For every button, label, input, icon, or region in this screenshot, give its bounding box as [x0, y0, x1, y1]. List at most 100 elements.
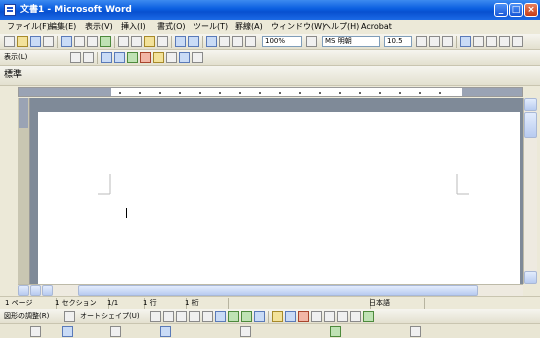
- scroll-down-icon[interactable]: [524, 271, 537, 284]
- word-document-icon: [4, 4, 16, 16]
- fill-color-icon[interactable]: [272, 311, 283, 322]
- shadow-icon[interactable]: [350, 311, 361, 322]
- redo-icon[interactable]: [188, 36, 199, 47]
- align-left-icon[interactable]: [460, 36, 471, 47]
- open-folder-icon[interactable]: [17, 36, 28, 47]
- 3d-icon[interactable]: [363, 311, 374, 322]
- menu-help[interactable]: ヘルプ(H): [320, 21, 362, 33]
- standard-toolbar: 100% MS 明朝 10.5: [0, 34, 540, 50]
- font-color-icon[interactable]: [298, 311, 309, 322]
- select-objects-icon[interactable]: [64, 311, 75, 322]
- highlight-icon[interactable]: [166, 52, 177, 63]
- normal-view-icon[interactable]: [18, 285, 29, 296]
- spelling-icon[interactable]: [100, 36, 111, 47]
- print-layout-view-icon[interactable]: [42, 285, 53, 296]
- help-icon[interactable]: [306, 36, 317, 47]
- justify-icon[interactable]: [499, 36, 510, 47]
- line-style-icon[interactable]: [311, 311, 322, 322]
- autoshapes-label[interactable]: オートシェイプ(U): [80, 311, 140, 322]
- menu-tools[interactable]: ツール(T): [190, 21, 231, 33]
- print-icon[interactable]: [74, 36, 85, 47]
- save-icon[interactable]: [30, 36, 41, 47]
- horizontal-scroll-thumb[interactable]: [78, 285, 478, 296]
- bold-icon[interactable]: [416, 36, 427, 47]
- folder-icon[interactable]: [110, 326, 121, 337]
- menu-view[interactable]: 表示(V): [82, 21, 116, 33]
- wordart-icon[interactable]: [215, 311, 226, 322]
- accept-change-icon[interactable]: [127, 52, 138, 63]
- paste-icon[interactable]: [144, 36, 155, 47]
- diagram-icon[interactable]: [228, 311, 239, 322]
- next-change-icon[interactable]: [114, 52, 125, 63]
- horizontal-scrollbar[interactable]: [18, 284, 523, 296]
- horizontal-ruler[interactable]: [18, 87, 523, 97]
- track-changes-icon[interactable]: [179, 52, 190, 63]
- hyperlink-icon[interactable]: [206, 36, 217, 47]
- dash-style-icon[interactable]: [324, 311, 335, 322]
- permission-icon[interactable]: [43, 36, 54, 47]
- minimize-icon[interactable]: _: [494, 3, 508, 17]
- line-color-icon[interactable]: [285, 311, 296, 322]
- status-page: 1 ページ: [2, 298, 57, 309]
- rectangle-icon[interactable]: [176, 311, 187, 322]
- document-page[interactable]: [38, 112, 520, 284]
- underline-icon[interactable]: [442, 36, 453, 47]
- tray-volume-icon[interactable]: [410, 326, 421, 337]
- maximize-icon[interactable]: □: [509, 3, 523, 17]
- undo-icon[interactable]: [175, 36, 186, 47]
- arrow-icon[interactable]: [163, 311, 174, 322]
- align-center-icon[interactable]: [473, 36, 484, 47]
- menu-bar: ファイル(F) 編集(E) 表示(V) 挿入(I) 書式(O) ツール(T) 罫…: [0, 20, 540, 34]
- insert-comment-icon[interactable]: [153, 52, 164, 63]
- table-icon[interactable]: [219, 36, 230, 47]
- previous-change-icon[interactable]: [101, 52, 112, 63]
- markup-icon[interactable]: [70, 52, 81, 63]
- line-spacing-icon[interactable]: [512, 36, 523, 47]
- web-layout-view-icon[interactable]: [30, 285, 41, 296]
- draw-menu-label[interactable]: 図形の調整(R): [4, 311, 49, 322]
- style-label[interactable]: 標準: [4, 70, 22, 81]
- cut-icon[interactable]: [118, 36, 129, 47]
- oval-icon[interactable]: [189, 311, 200, 322]
- vertical-scrollbar[interactable]: [523, 98, 537, 284]
- new-document-icon[interactable]: [4, 36, 15, 47]
- word-task-icon[interactable]: [160, 326, 171, 337]
- menu-table[interactable]: 罫線(A): [232, 21, 266, 33]
- formatting-toolbar: 表示(L): [0, 50, 540, 66]
- picture-icon[interactable]: [254, 311, 265, 322]
- line-icon[interactable]: [150, 311, 161, 322]
- tray-network-icon[interactable]: [330, 326, 341, 337]
- arrow-style-icon[interactable]: [337, 311, 348, 322]
- font-size-select[interactable]: 10.5: [384, 36, 412, 47]
- align-right-icon[interactable]: [486, 36, 497, 47]
- format-painter-icon[interactable]: [157, 36, 168, 47]
- font-name-select[interactable]: MS 明朝: [322, 36, 380, 47]
- show-markup-icon[interactable]: [83, 52, 94, 63]
- close-icon[interactable]: ×: [524, 3, 538, 17]
- clip-art-icon[interactable]: [241, 311, 252, 322]
- reading-layout-label[interactable]: 表示(L): [4, 52, 27, 63]
- reject-change-icon[interactable]: [140, 52, 151, 63]
- text-box-icon[interactable]: [202, 311, 213, 322]
- menu-edit[interactable]: 編集(E): [46, 21, 79, 33]
- menu-acrobat[interactable]: Acrobat: [358, 21, 395, 33]
- menu-insert[interactable]: 挿入(I): [118, 21, 149, 33]
- zoom-select[interactable]: 100%: [262, 36, 302, 47]
- vertical-ruler[interactable]: [18, 98, 30, 284]
- vertical-scroll-thumb[interactable]: [524, 112, 537, 138]
- scroll-up-icon[interactable]: [524, 98, 537, 111]
- browser-icon[interactable]: [62, 326, 73, 337]
- reviewing-pane-icon[interactable]: [192, 52, 203, 63]
- print-preview-icon[interactable]: [87, 36, 98, 47]
- tray-icon[interactable]: [240, 326, 251, 337]
- menu-format[interactable]: 書式(O): [154, 21, 189, 33]
- columns-icon[interactable]: [245, 36, 256, 47]
- italic-icon[interactable]: [429, 36, 440, 47]
- status-position: 1/1: [104, 298, 145, 309]
- copy-icon[interactable]: [131, 36, 142, 47]
- email-icon[interactable]: [61, 36, 72, 47]
- status-line: 1 行: [140, 298, 187, 309]
- text-cursor: [126, 208, 127, 218]
- quick-launch-icon[interactable]: [30, 326, 41, 337]
- excel-icon[interactable]: [232, 36, 243, 47]
